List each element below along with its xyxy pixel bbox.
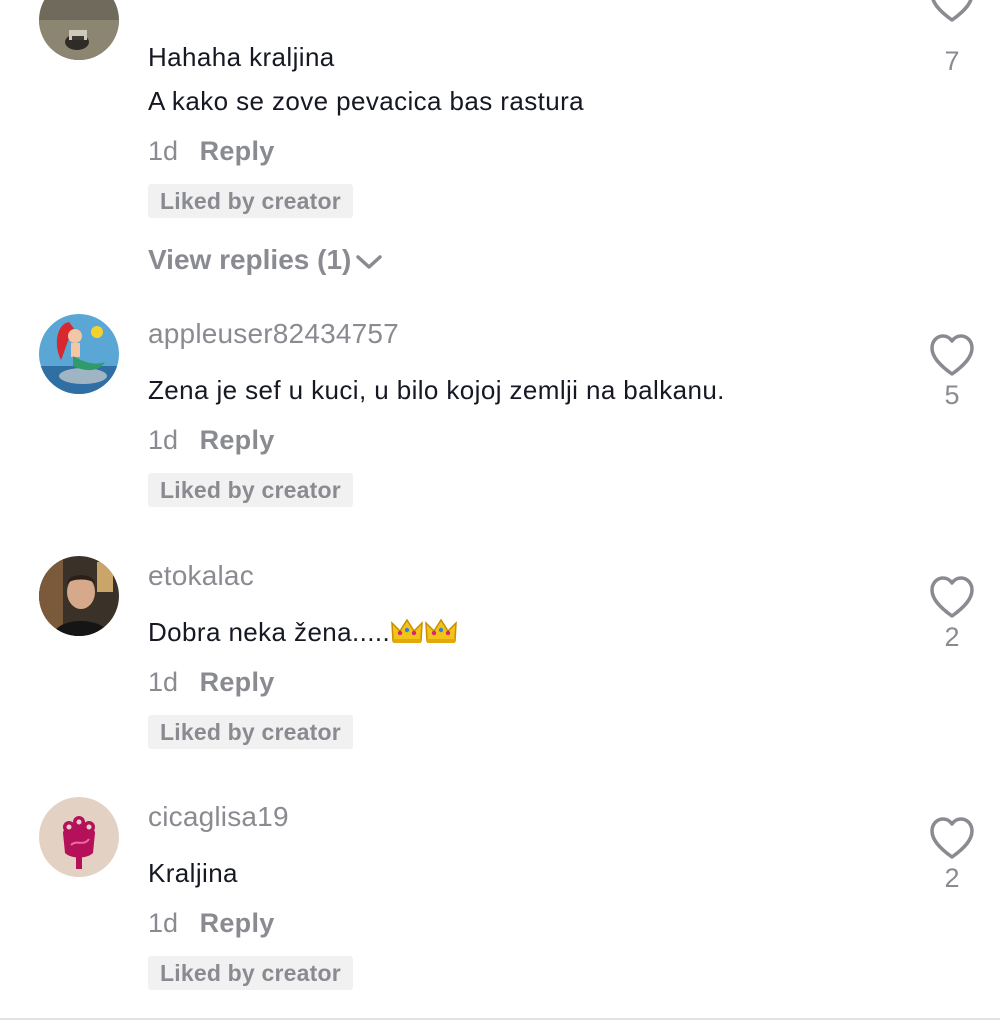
reply-button[interactable]: Reply [200,908,275,938]
comment-time: 1d [148,667,179,697]
reply-button[interactable]: Reply [200,136,275,166]
reply-button[interactable]: Reply [200,425,275,455]
liked-by-creator-badge: Liked by creator [148,184,353,218]
view-replies-button[interactable]: View replies (1) [148,244,383,276]
like-button[interactable] [928,0,976,29]
like-count: 7 [944,46,960,76]
comment-meta: 1d Reply [148,908,275,939]
username[interactable]: cicaglisa19 [148,801,289,833]
chevron-down-icon [356,254,383,269]
comment-time: 1d [148,908,179,938]
crown-icon [390,617,424,652]
divider [0,1018,1000,1020]
like-count: 2 [944,622,960,652]
like-button[interactable] [928,334,976,383]
heart-icon [930,334,974,376]
like-count: 5 [944,380,960,410]
liked-by-creator-badge: Liked by creator [148,956,353,990]
comment-text: A kako se zove pevacica bas rastura [148,86,585,116]
like-button[interactable] [928,576,976,625]
avatar[interactable] [39,797,119,877]
username[interactable]: etokalac [148,560,254,592]
comment-meta: 1d Reply [148,667,275,698]
liked-by-creator-badge: Liked by creator [148,473,353,507]
like-button[interactable] [928,817,976,866]
comment-text: Dobra neka žena..... [148,617,458,652]
avatar[interactable] [39,314,119,394]
comment-meta: 1d Reply [148,136,275,167]
comment-text: Kraljina [148,858,238,888]
comment-meta: 1d Reply [148,425,275,456]
heart-icon [931,0,973,22]
liked-by-creator-badge: Liked by creator [148,715,353,749]
username[interactable]: appleuser82434757 [148,318,399,350]
heart-icon [930,576,974,618]
comment-text: Zena je sef u kuci, u bilo kojoj zemlji … [148,375,725,405]
comment-time: 1d [148,136,179,166]
like-count: 2 [944,863,960,893]
avatar[interactable] [39,0,119,60]
comment-text-content: Dobra neka žena..... [148,617,391,647]
comment-time: 1d [148,425,179,455]
crown-icon [424,617,458,652]
comment-text: Hahaha kraljina [148,42,335,72]
avatar[interactable] [39,556,119,636]
view-replies-label: View replies (1) [148,244,352,275]
heart-icon [930,817,974,859]
reply-button[interactable]: Reply [200,667,275,697]
